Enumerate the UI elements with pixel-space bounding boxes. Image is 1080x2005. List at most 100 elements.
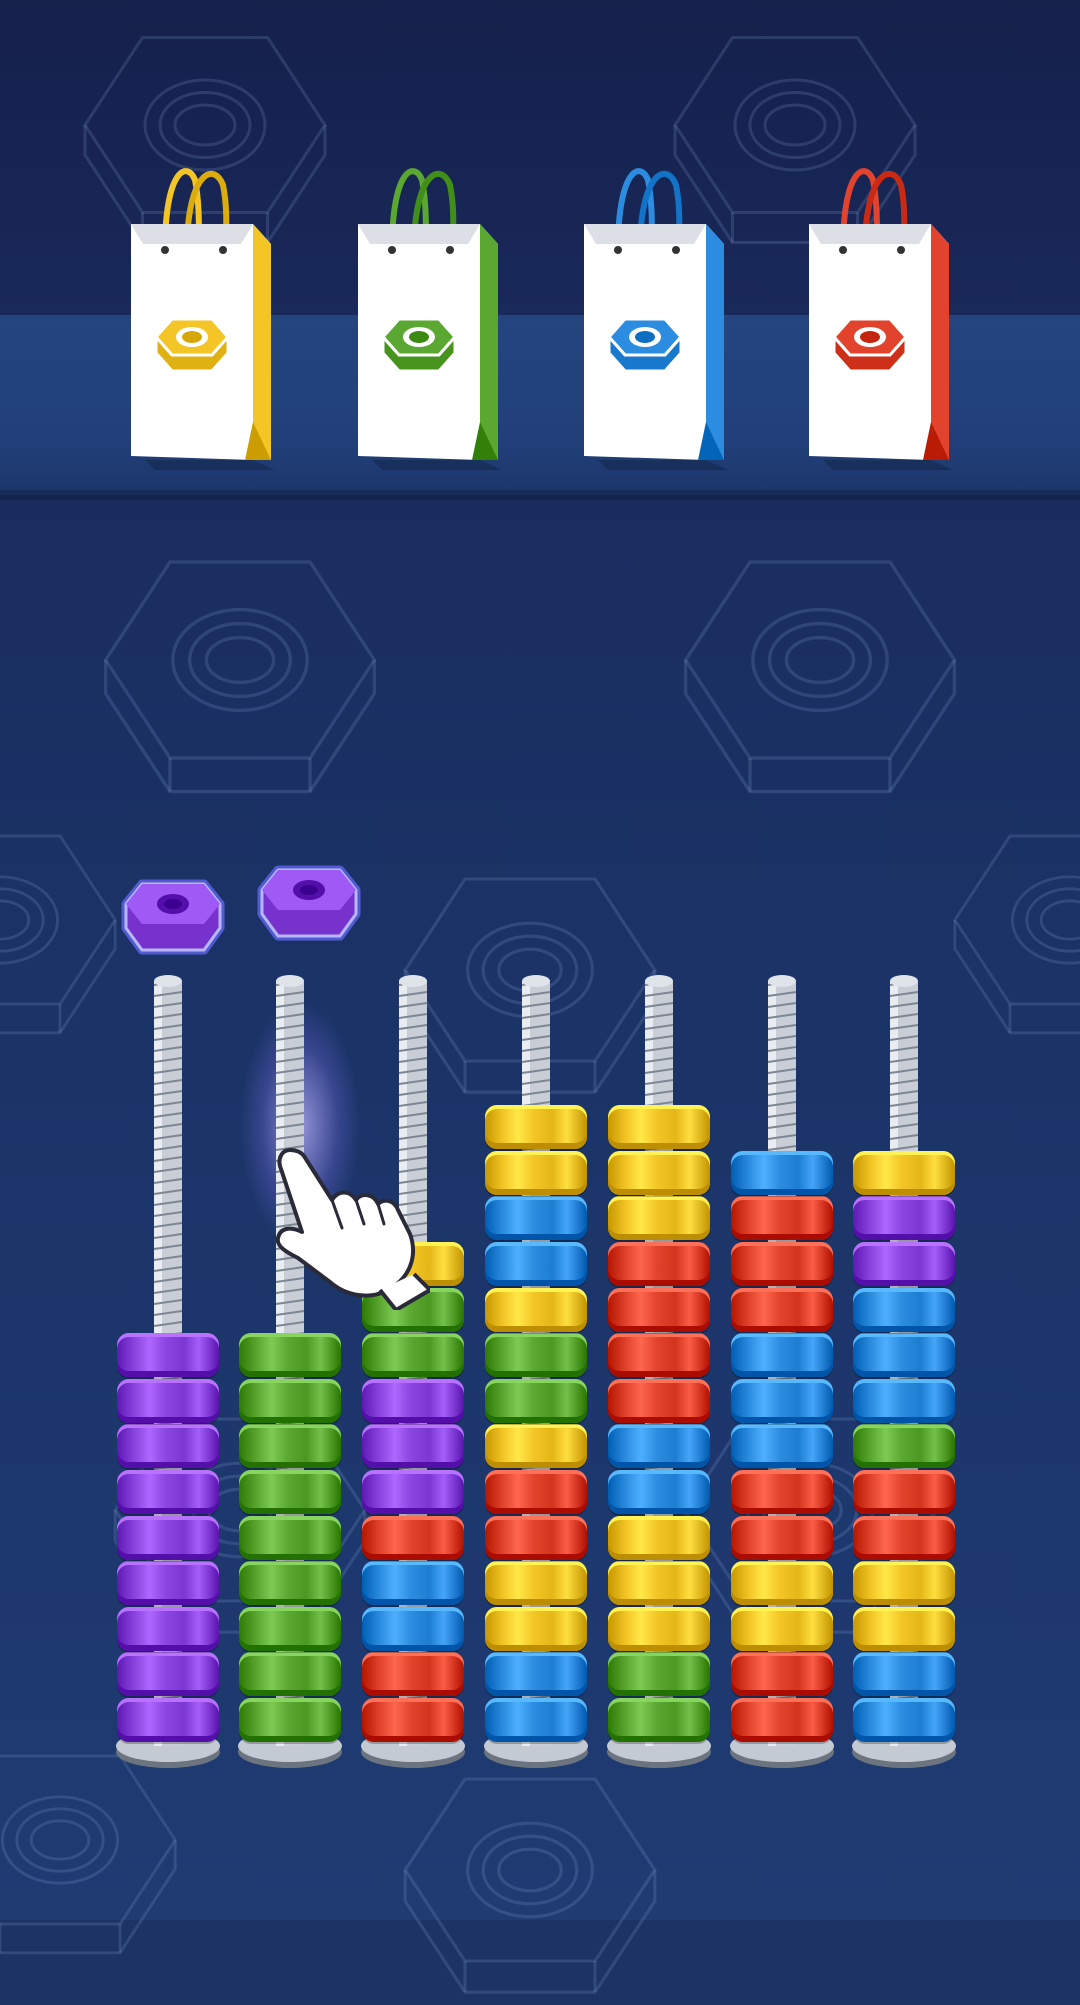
- nut-purple: [117, 1561, 219, 1606]
- selected-nut-purple[interactable]: [118, 878, 228, 963]
- nut-yellow: [608, 1105, 710, 1150]
- nut-green: [239, 1561, 341, 1606]
- hex-nut-icon: [380, 317, 458, 373]
- nut-green: [485, 1378, 587, 1423]
- hex-nut-icon: [831, 317, 909, 373]
- background-nut-outline: [680, 520, 960, 805]
- nut-purple: [117, 1698, 219, 1742]
- bolt-2[interactable]: [235, 975, 345, 1780]
- nut-red: [485, 1470, 587, 1514]
- nut-yellow: [608, 1606, 710, 1651]
- nut-green: [362, 1333, 464, 1378]
- nut-red: [485, 1515, 587, 1560]
- bolt-6[interactable]: [727, 975, 837, 1780]
- nut-purple: [117, 1333, 219, 1378]
- nut-blue: [853, 1378, 955, 1423]
- nut-green: [239, 1652, 341, 1697]
- nut-red: [608, 1378, 710, 1423]
- nut-blue: [362, 1606, 464, 1651]
- nut-yellow: [485, 1150, 587, 1195]
- bolt-5[interactable]: [604, 975, 714, 1780]
- nut-yellow: [853, 1606, 955, 1651]
- nut-red: [362, 1698, 464, 1742]
- nut-yellow: [608, 1515, 710, 1560]
- nut-blue: [853, 1698, 955, 1742]
- nut-green: [239, 1698, 341, 1742]
- background-nut-outline: [100, 520, 380, 805]
- bolt-1[interactable]: [113, 975, 223, 1780]
- nut-green: [485, 1333, 587, 1378]
- nut-purple: [362, 1470, 464, 1514]
- nut-purple: [117, 1606, 219, 1651]
- nut-blue: [853, 1287, 955, 1332]
- nut-blue: [853, 1652, 955, 1697]
- nut-green: [239, 1470, 341, 1514]
- shopping-bag-red: [803, 160, 963, 470]
- nut-yellow: [608, 1561, 710, 1606]
- pointing-hand-icon: [260, 1140, 432, 1312]
- nut-green: [853, 1424, 955, 1469]
- nut-red: [608, 1287, 710, 1332]
- nut-red: [362, 1652, 464, 1697]
- nut-yellow: [485, 1561, 587, 1606]
- nut-purple: [117, 1378, 219, 1423]
- nut-green: [239, 1333, 341, 1378]
- nut-green: [239, 1606, 341, 1651]
- nut-blue: [731, 1378, 833, 1423]
- bolt-4[interactable]: [481, 975, 591, 1780]
- nut-green: [239, 1424, 341, 1469]
- nut-yellow: [608, 1196, 710, 1241]
- nut-purple: [853, 1196, 955, 1241]
- nut-purple: [117, 1470, 219, 1514]
- nut-yellow: [731, 1606, 833, 1651]
- nut-red: [853, 1515, 955, 1560]
- nut-red: [853, 1470, 955, 1514]
- nut-yellow: [485, 1287, 587, 1332]
- nut-blue: [485, 1196, 587, 1241]
- nut-blue: [608, 1470, 710, 1514]
- nut-red: [608, 1333, 710, 1378]
- nut-purple: [362, 1424, 464, 1469]
- nut-red: [608, 1242, 710, 1286]
- shelf-edge: [0, 490, 1080, 500]
- nut-red: [731, 1470, 833, 1514]
- nut-yellow: [608, 1150, 710, 1195]
- nut-blue: [362, 1561, 464, 1606]
- shopping-bag-green: [352, 160, 512, 470]
- nut-blue: [731, 1424, 833, 1469]
- nut-purple: [117, 1424, 219, 1469]
- nut-blue: [608, 1424, 710, 1469]
- nut-red: [731, 1652, 833, 1697]
- nut-red: [731, 1242, 833, 1286]
- shopping-bag-yellow: [125, 160, 285, 470]
- nut-blue: [853, 1333, 955, 1378]
- nut-blue: [485, 1242, 587, 1286]
- nut-purple: [853, 1242, 955, 1286]
- shopping-bag-blue: [578, 160, 738, 470]
- nut-green: [239, 1515, 341, 1560]
- nut-green: [239, 1378, 341, 1423]
- nut-yellow: [853, 1561, 955, 1606]
- nut-yellow: [485, 1105, 587, 1150]
- nut-purple: [117, 1515, 219, 1560]
- nut-blue: [731, 1333, 833, 1378]
- nut-blue: [731, 1150, 833, 1195]
- background-nut-outline: [950, 800, 1080, 1045]
- bolt-7[interactable]: [849, 975, 959, 1780]
- nut-green: [608, 1698, 710, 1742]
- nut-red: [731, 1196, 833, 1241]
- nut-green: [608, 1652, 710, 1697]
- nut-red: [731, 1698, 833, 1742]
- nut-blue: [485, 1698, 587, 1742]
- nut-yellow: [853, 1150, 955, 1195]
- hex-nut-icon: [153, 317, 231, 373]
- nut-red: [731, 1515, 833, 1560]
- nut-red: [362, 1515, 464, 1560]
- hex-nut-icon: [606, 317, 684, 373]
- bolt-3[interactable]: [358, 975, 468, 1780]
- nut-blue: [485, 1652, 587, 1697]
- nut-red: [731, 1287, 833, 1332]
- selected-nut-purple[interactable]: [254, 864, 364, 949]
- nut-yellow: [485, 1606, 587, 1651]
- background-nut-outline: [0, 800, 120, 1045]
